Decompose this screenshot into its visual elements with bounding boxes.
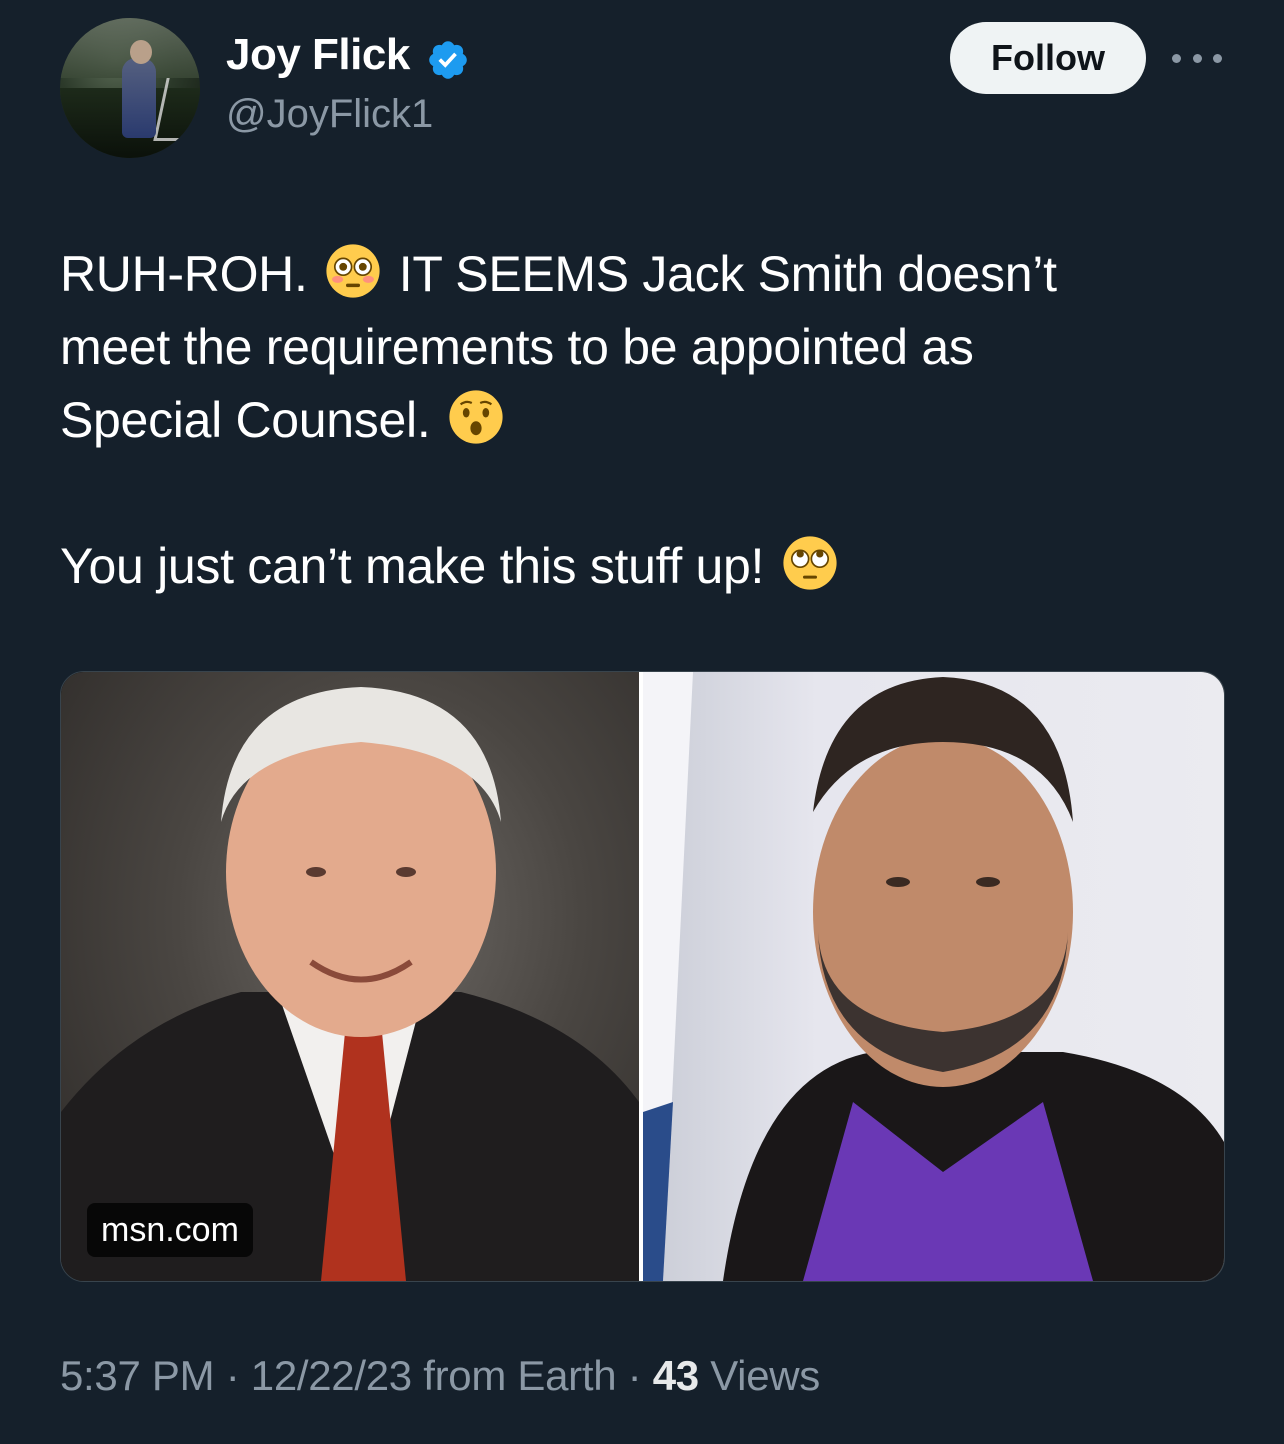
- more-options-icon[interactable]: [1172, 40, 1222, 76]
- portrait-bearded-man: [643, 672, 1224, 1281]
- tweet-line: You just can’t make this stuff up!: [60, 530, 1230, 603]
- photo-right[interactable]: [643, 672, 1224, 1281]
- source-badge[interactable]: msn.com: [87, 1203, 253, 1257]
- separator: ·: [616, 1352, 653, 1399]
- portrait-older-man: [61, 687, 639, 1281]
- avatar-person: [122, 58, 156, 138]
- tweet-text-segment: You just can’t make this stuff up!: [60, 538, 765, 594]
- separator: ·: [214, 1352, 251, 1399]
- tweet-line: Special Counsel.: [60, 384, 1230, 457]
- tweet-media[interactable]: msn.com: [60, 671, 1225, 1282]
- display-name[interactable]: Joy Flick: [226, 30, 410, 80]
- tweet-text-segment: Special Counsel.: [60, 392, 431, 448]
- follow-button[interactable]: Follow: [950, 22, 1146, 94]
- more-dot: [1213, 53, 1222, 63]
- avatar[interactable]: [60, 18, 200, 158]
- tweet-date[interactable]: 12/22/23: [251, 1352, 412, 1399]
- tweet-text-segment: IT SEEMS Jack Smith doesn’t: [398, 246, 1057, 302]
- verified-badge-icon: [429, 41, 467, 79]
- photo-left[interactable]: msn.com: [61, 672, 639, 1281]
- tweet-line: RUH-ROH. IT SEEMS Jack Smith doesn’t: [60, 238, 1230, 311]
- rolling-eyes-icon: [783, 536, 837, 590]
- views-label: Views: [698, 1352, 821, 1399]
- tweet-line: meet the requirements to be appointed as: [60, 319, 974, 375]
- tweet-text-segment: RUH-ROH.: [60, 246, 308, 302]
- flushed-face-icon: [326, 244, 380, 298]
- more-dot: [1192, 53, 1202, 63]
- user-handle[interactable]: @JoyFlick1: [226, 92, 433, 137]
- tweet-location: from Earth: [411, 1352, 617, 1399]
- tweet-time[interactable]: 5:37 PM: [60, 1352, 215, 1399]
- hushed-face-icon: [449, 390, 503, 444]
- tweet-text: RUH-ROH. IT SEEMS Jack Smith doesn’t mee…: [60, 238, 1230, 603]
- views-count: 43: [652, 1352, 699, 1399]
- avatar-head: [130, 40, 152, 64]
- more-dot: [1172, 53, 1181, 63]
- tweet-meta: 5:37 PM · 12/22/23 from Earth · 43 Views: [60, 1352, 820, 1400]
